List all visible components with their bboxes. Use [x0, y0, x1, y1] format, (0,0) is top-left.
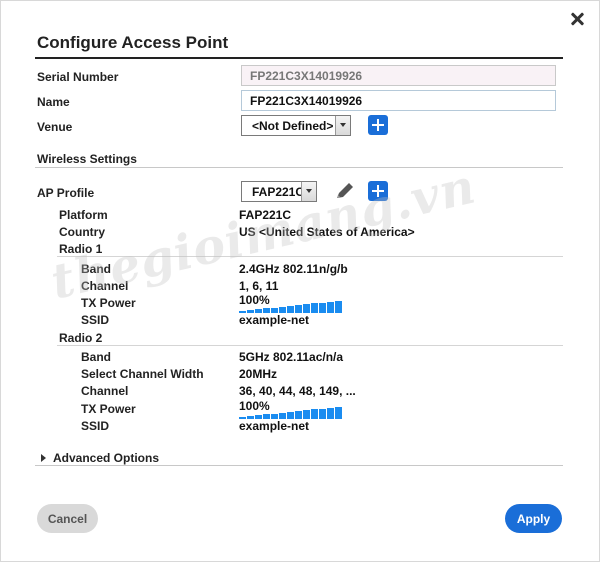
cancel-button[interactable]: Cancel: [37, 504, 98, 533]
ap-profile-select[interactable]: FAP221C: [241, 181, 317, 202]
tx-power-bar: [311, 409, 318, 419]
radio-2-divider: [57, 345, 563, 346]
tx-power-bar: [303, 410, 310, 419]
chevron-down-icon[interactable]: [301, 182, 316, 201]
tx-power-bar: [287, 305, 294, 313]
chevron-right-icon: [41, 454, 46, 462]
venue-select[interactable]: <Not Defined>: [241, 115, 351, 136]
ap-profile-label: AP Profile: [37, 186, 95, 200]
tx-power-bar: [327, 301, 334, 313]
tx-power-bar: [319, 302, 326, 313]
platform-value: FAP221C: [239, 208, 292, 222]
tx-power-bar: [327, 407, 334, 419]
tx-power-bar: [295, 411, 302, 419]
advanced-options-divider: [35, 465, 563, 466]
radio-2-ssid-label: SSID: [81, 419, 110, 433]
tx-power-bar: [335, 406, 342, 419]
advanced-options-label: Advanced Options: [53, 451, 160, 465]
radio-2-band-value: 5GHz 802.11ac/n/a: [239, 350, 344, 364]
add-venue-button[interactable]: [368, 115, 388, 135]
edit-pencil-icon[interactable]: [334, 181, 356, 201]
country-label: Country: [59, 225, 105, 239]
radio-2-channel-label: Channel: [81, 384, 129, 398]
radio-1-band-value: 2.4GHz 802.11n/g/b: [239, 262, 348, 276]
apply-button[interactable]: Apply: [505, 504, 562, 533]
chevron-down-icon[interactable]: [335, 116, 350, 135]
radio-2-heading: Radio 2: [59, 331, 103, 345]
tx-power-bar: [311, 303, 318, 313]
ap-profile-selected-value: FAP221C: [252, 185, 305, 199]
radio-1-channel-label: Channel: [81, 279, 129, 293]
advanced-options-toggle[interactable]: Advanced Options: [41, 451, 159, 465]
wireless-settings-heading: Wireless Settings: [37, 152, 137, 166]
close-icon[interactable]: [569, 11, 585, 27]
radio-1-ssid-label: SSID: [81, 313, 110, 327]
radio-1-divider: [57, 256, 563, 257]
add-ap-profile-button[interactable]: [368, 181, 388, 201]
radio-1-channel-value: 1, 6, 11: [239, 279, 279, 293]
tx-power-bar: [303, 304, 310, 313]
title-divider: [35, 57, 563, 59]
radio-1-tx-power-meter: 100%: [239, 293, 345, 313]
tx-power-bar: [287, 411, 294, 419]
radio-2-tx-power-label: TX Power: [81, 402, 136, 416]
venue-selected-value: <Not Defined>: [252, 119, 334, 133]
name-label: Name: [37, 95, 70, 109]
radio-2-channel-width-label: Select Channel Width: [81, 367, 204, 381]
wireless-settings-divider: [35, 167, 563, 168]
radio-1-ssid-value: example-net: [239, 313, 310, 327]
serial-number-label: Serial Number: [37, 70, 119, 84]
venue-label: Venue: [37, 120, 73, 134]
radio-2-ssid-value: example-net: [239, 419, 310, 433]
radio-2-tx-power-bars: [239, 406, 342, 419]
radio-2-channel-width-value: 20MHz: [239, 367, 278, 381]
dialog-title: Configure Access Point: [37, 33, 229, 52]
tx-power-bar: [335, 300, 342, 313]
tx-power-bar: [319, 408, 326, 419]
radio-1-tx-power-label: TX Power: [81, 296, 136, 310]
radio-1-heading: Radio 1: [59, 242, 103, 256]
tx-power-bar: [295, 305, 302, 313]
country-value: US <United States of America>: [239, 225, 415, 239]
radio-1-band-label: Band: [81, 262, 111, 276]
serial-number-field: [241, 65, 556, 86]
radio-1-tx-power-bars: [239, 300, 342, 313]
radio-2-channel-value: 36, 40, 44, 48, 149, ...: [239, 384, 356, 398]
configure-access-point-dialog: Configure Access Point Serial Number Nam…: [0, 0, 600, 562]
platform-label: Platform: [59, 208, 108, 222]
radio-2-band-label: Band: [81, 350, 111, 364]
name-field[interactable]: [241, 90, 556, 111]
radio-2-tx-power-meter: 100%: [239, 399, 345, 419]
